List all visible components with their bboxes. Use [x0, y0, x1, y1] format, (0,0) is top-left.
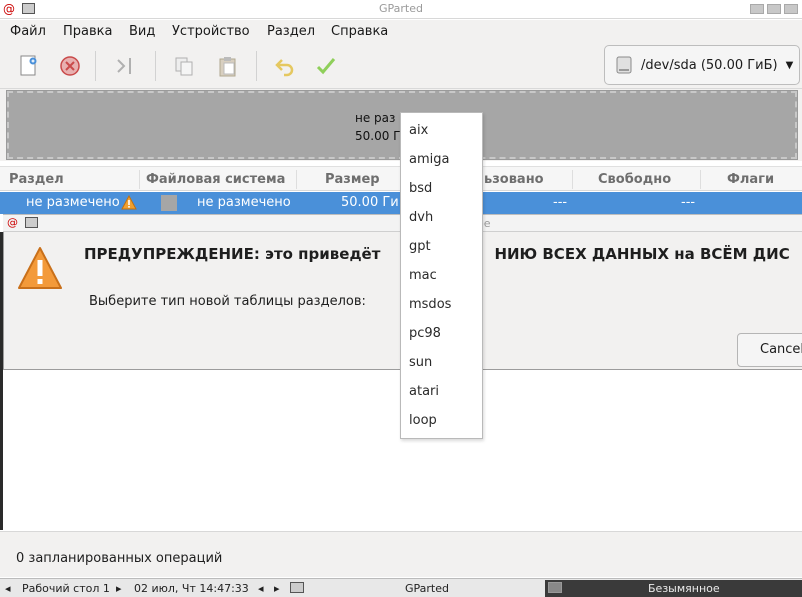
- menu-edit[interactable]: Правка: [63, 24, 112, 39]
- gparted-task-icon: [290, 582, 304, 593]
- paste-button[interactable]: [213, 51, 243, 81]
- dropdown-option-msdos[interactable]: msdos: [409, 297, 451, 312]
- dropdown-option-pc98[interactable]: pc98: [409, 326, 441, 341]
- taskbar-item-unnamed-label: Безымянное: [648, 582, 720, 595]
- column-header-free[interactable]: Свободно: [598, 172, 671, 187]
- warning-icon: [121, 195, 137, 210]
- delete-partition-button[interactable]: [55, 51, 85, 81]
- dropdown-option-aix[interactable]: aix: [409, 123, 428, 138]
- window-title: GParted: [379, 2, 423, 15]
- disk-graphic-line2: 50.00 Г: [355, 129, 401, 143]
- device-selector[interactable]: /dev/sda (50.00 ГиБ) ▼: [604, 45, 800, 85]
- dialog-warning-text-left: ПРЕДУПРЕЖДЕНИЕ: это приведёт: [84, 245, 381, 263]
- checkmark-icon: [316, 58, 336, 75]
- taskbar-item-unnamed[interactable]: Безымянное: [545, 580, 802, 597]
- resize-move-button[interactable]: [110, 51, 140, 81]
- harddisk-icon: [616, 56, 632, 74]
- column-divider: [700, 170, 701, 189]
- row-used: ---: [553, 195, 568, 210]
- new-partition-button[interactable]: [14, 51, 44, 81]
- taskbar-item-gparted[interactable]: GParted: [405, 582, 449, 595]
- new-document-icon: [20, 55, 37, 76]
- row-size: 50.00 ГиБ: [341, 195, 408, 210]
- dialog-warning-text-right: НИЮ ВСЕХ ДАННЫХ на ВСЁМ ДИС: [494, 245, 790, 263]
- copy-button[interactable]: [169, 51, 199, 81]
- undo-icon: [275, 59, 294, 77]
- pending-operations-text: 0 запланированных операций: [16, 551, 223, 566]
- apply-button[interactable]: [311, 51, 341, 81]
- menu-partition[interactable]: Раздел: [267, 24, 315, 39]
- taskbar-next-arrow[interactable]: ▸: [274, 582, 280, 595]
- unnamed-task-icon: [548, 582, 562, 593]
- dropdown-option-sun[interactable]: sun: [409, 355, 432, 370]
- column-header-used[interactable]: ьзовано: [484, 172, 544, 187]
- menu-help[interactable]: Справка: [331, 24, 388, 39]
- column-divider: [296, 170, 297, 189]
- dropdown-option-dvh[interactable]: dvh: [409, 210, 433, 225]
- copy-icon: [175, 57, 193, 76]
- column-header-filesystem[interactable]: Файловая система: [146, 172, 285, 187]
- toolbar-separator: [95, 51, 96, 81]
- paste-icon: [219, 57, 236, 77]
- column-header-flags[interactable]: Флаги: [727, 172, 774, 187]
- device-label: /dev/sda (50.00 ГиБ): [641, 57, 778, 73]
- column-divider: [139, 170, 140, 189]
- dropdown-option-gpt[interactable]: gpt: [409, 239, 431, 254]
- dropdown-option-amiga[interactable]: amiga: [409, 152, 449, 167]
- column-header-partition[interactable]: Раздел: [9, 172, 64, 187]
- desktop-prev-arrow[interactable]: ◂: [5, 582, 11, 595]
- resize-move-icon: [117, 58, 131, 74]
- filesystem-color-swatch: [161, 195, 177, 211]
- desktop-switcher[interactable]: Рабочий стол 1: [22, 582, 110, 595]
- window-titlebar: @ GParted: [0, 0, 802, 19]
- menu-device[interactable]: Устройство: [172, 24, 250, 39]
- minimize-button[interactable]: [750, 4, 764, 14]
- debian-icon: @: [7, 216, 18, 229]
- chevron-down-icon: ▼: [785, 59, 794, 71]
- dropdown-option-atari[interactable]: atari: [409, 384, 439, 399]
- row-partition: не размечено: [26, 195, 120, 210]
- menu-file[interactable]: Файл: [10, 24, 46, 39]
- close-window-button[interactable]: [784, 4, 798, 14]
- column-divider: [572, 170, 573, 189]
- disk-graphic-label: не раз 50.00 Г: [355, 109, 401, 145]
- desktop-next-arrow[interactable]: ▸: [116, 582, 122, 595]
- row-filesystem: не размечено: [197, 195, 291, 210]
- gparted-dialog-icon: [25, 217, 38, 228]
- taskbar-clock: 02 июл, Чт 14:47:33: [134, 582, 249, 595]
- cancel-button[interactable]: Cancel: [737, 333, 802, 367]
- partition-table-type-dropdown[interactable]: aix amiga bsd dvh gpt mac msdos pc98 sun…: [400, 112, 483, 439]
- delete-icon: [60, 56, 80, 76]
- dropdown-option-mac[interactable]: mac: [409, 268, 437, 283]
- taskbar-prev-arrow[interactable]: ◂: [258, 582, 264, 595]
- menubar: Файл Правка Вид Устройство Раздел Справк…: [0, 20, 802, 43]
- row-free: ---: [681, 195, 696, 210]
- partition-table-type-label: Выберите тип новой таблицы разделов:: [89, 294, 366, 309]
- menu-view[interactable]: Вид: [129, 24, 155, 39]
- dropdown-option-loop[interactable]: loop: [409, 413, 437, 428]
- column-header-size[interactable]: Размер: [325, 172, 380, 187]
- undo-button[interactable]: [270, 51, 300, 81]
- toolbar-separator: [256, 51, 257, 81]
- maximize-button[interactable]: [767, 4, 781, 14]
- warning-icon: [18, 247, 62, 289]
- disk-graphic-line1: не раз: [355, 111, 396, 125]
- toolbar-separator: [155, 51, 156, 81]
- dropdown-option-bsd[interactable]: bsd: [409, 181, 432, 196]
